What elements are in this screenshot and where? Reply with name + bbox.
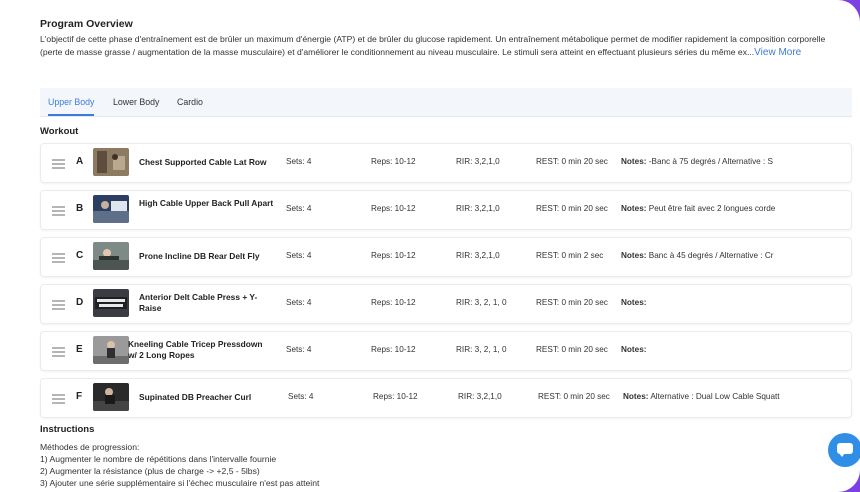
exercise-reps: Reps: 10-12 — [371, 298, 416, 307]
chat-icon-tail — [839, 453, 845, 457]
exercise-thumbnail[interactable] — [93, 195, 129, 223]
exercise-sets: Sets: 4 — [286, 251, 312, 260]
exercise-sets: Sets: 4 — [286, 204, 312, 213]
instructions-line: 1) Augmenter le nombre de répétitions da… — [40, 454, 277, 464]
exercise-thumbnail[interactable] — [93, 336, 129, 364]
exercise-rest: REST: 0 min 20 sec — [538, 392, 610, 401]
exercise-rest: REST: 0 min 20 sec — [536, 157, 608, 166]
exercise-notes: Notes: Banc à 45 degrés / Alternative : … — [621, 251, 773, 260]
exercise-row-b[interactable]: B High Cable Upper Back Pull Apart Sets:… — [40, 190, 852, 230]
exercise-notes: Notes: -Banc à 75 degrés / Alternative :… — [621, 157, 773, 166]
notes-label: Notes: — [621, 298, 647, 307]
app-frame: Program Overview L'objectif de cette pha… — [0, 0, 860, 492]
tab-lower-body[interactable]: Lower Body — [113, 88, 159, 116]
instructions-line: 3) Ajouter une série supplémentaire si l… — [40, 478, 320, 488]
exercise-row-a[interactable]: A Chest Supported Cable Lat Row Sets: 4 … — [40, 143, 852, 183]
exercise-letter: E — [76, 344, 83, 355]
exercise-rir: RIR: 3,2,1,0 — [456, 204, 500, 213]
exercise-rir: RIR: 3, 2, 1, 0 — [456, 345, 507, 354]
exercise-rir: RIR: 3,2,1,0 — [456, 251, 500, 260]
workout-label: Workout — [40, 126, 79, 137]
exercise-thumbnail[interactable] — [93, 242, 129, 270]
drag-handle-icon[interactable] — [52, 394, 65, 404]
drag-handle-icon[interactable] — [52, 253, 65, 263]
instructions-line: 2) Augmenter la résistance (plus de char… — [40, 466, 260, 476]
notes-label: Notes: — [621, 251, 647, 260]
exercise-reps: Reps: 10-12 — [371, 251, 416, 260]
notes-label: Notes: — [621, 204, 647, 213]
exercise-notes: Notes: — [621, 298, 646, 307]
day-tabs: Upper Body Lower Body Cardio — [40, 88, 852, 117]
instructions-text: Méthodes de progression: 1) Augmenter le… — [40, 441, 319, 489]
exercise-rest: REST: 0 min 20 sec — [536, 345, 608, 354]
exercise-sets: Sets: 4 — [288, 392, 314, 401]
exercise-name[interactable]: Anterior Delt Cable Press + Y-Raise — [139, 292, 275, 314]
exercise-notes: Notes: Peut être fait avec 2 longues cor… — [621, 204, 775, 213]
exercise-name[interactable]: High Cable Upper Back Pull Apart — [139, 198, 275, 209]
drag-handle-icon[interactable] — [52, 347, 65, 357]
drag-handle-icon[interactable] — [52, 206, 65, 216]
exercise-reps: Reps: 10-12 — [371, 345, 416, 354]
exercise-reps: Reps: 10-12 — [371, 157, 416, 166]
drag-handle-icon[interactable] — [52, 159, 65, 169]
notes-label: Notes: — [621, 157, 647, 166]
exercise-notes: Notes: — [621, 345, 646, 354]
exercise-rir: RIR: 3, 2, 1, 0 — [456, 298, 507, 307]
program-overview-body: L'objectif de cette phase d'entraînement… — [40, 34, 826, 57]
exercise-notes: Notes: Alternative : Dual Low Cable Squa… — [623, 392, 780, 401]
tab-upper-body[interactable]: Upper Body — [48, 88, 95, 116]
exercise-rir: RIR: 3,2,1,0 — [456, 157, 500, 166]
exercise-reps: Reps: 10-12 — [371, 204, 416, 213]
exercise-reps: Reps: 10-12 — [373, 392, 418, 401]
exercise-row-d[interactable]: D Anterior Delt Cable Press + Y-Raise Se… — [40, 284, 852, 324]
exercise-letter: F — [76, 391, 83, 402]
exercise-thumbnail[interactable] — [93, 289, 129, 317]
exercise-name[interactable]: Supinated DB Preacher Curl — [139, 392, 275, 403]
program-overview-title: Program Overview — [40, 18, 133, 30]
drag-handle-icon[interactable] — [52, 300, 65, 310]
instructions-title: Instructions — [40, 424, 95, 435]
notes-text: -Banc à 75 degrés / Alternative : S — [648, 157, 774, 166]
chat-button[interactable] — [828, 433, 860, 467]
exercise-row-f[interactable]: F Supinated DB Preacher Curl Sets: 4 Rep… — [40, 378, 852, 418]
exercise-letter: B — [76, 203, 84, 214]
exercise-row-e[interactable]: E Kneeling Cable Tricep Pressdown w/ 2 L… — [40, 331, 852, 371]
notes-text: Peut être fait avec 2 longues corde — [648, 204, 776, 213]
exercise-name[interactable]: Kneeling Cable Tricep Pressdown w/ 2 Lon… — [128, 339, 273, 361]
exercise-letter: D — [76, 297, 84, 308]
exercise-rest: REST: 0 min 20 sec — [536, 298, 608, 307]
exercise-sets: Sets: 4 — [286, 345, 312, 354]
notes-label: Notes: — [621, 345, 647, 354]
exercise-letter: A — [76, 156, 84, 167]
instructions-line: Méthodes de progression: — [40, 442, 140, 452]
program-overview-text: L'objectif de cette phase d'entraînement… — [40, 33, 830, 59]
exercise-name[interactable]: Prone Incline DB Rear Delt Fly — [139, 251, 275, 262]
exercise-row-c[interactable]: C Prone Incline DB Rear Delt Fly Sets: 4… — [40, 237, 852, 277]
exercise-sets: Sets: 4 — [286, 157, 312, 166]
exercise-rir: RIR: 3,2,1,0 — [458, 392, 502, 401]
exercise-sets: Sets: 4 — [286, 298, 312, 307]
exercise-thumbnail[interactable] — [93, 383, 129, 411]
exercise-rest: REST: 0 min 20 sec — [536, 204, 608, 213]
view-more-link[interactable]: View More — [754, 47, 801, 58]
notes-text: Alternative : Dual Low Cable Squatt — [650, 392, 780, 401]
notes-label: Notes: — [623, 392, 649, 401]
exercise-letter: C — [76, 250, 84, 261]
exercise-thumbnail[interactable] — [93, 148, 129, 176]
exercise-name[interactable]: Chest Supported Cable Lat Row — [139, 157, 275, 168]
notes-text: Banc à 45 degrés / Alternative : Cr — [648, 251, 774, 260]
exercise-rest: REST: 0 min 2 sec — [536, 251, 604, 260]
tab-cardio[interactable]: Cardio — [177, 88, 203, 116]
